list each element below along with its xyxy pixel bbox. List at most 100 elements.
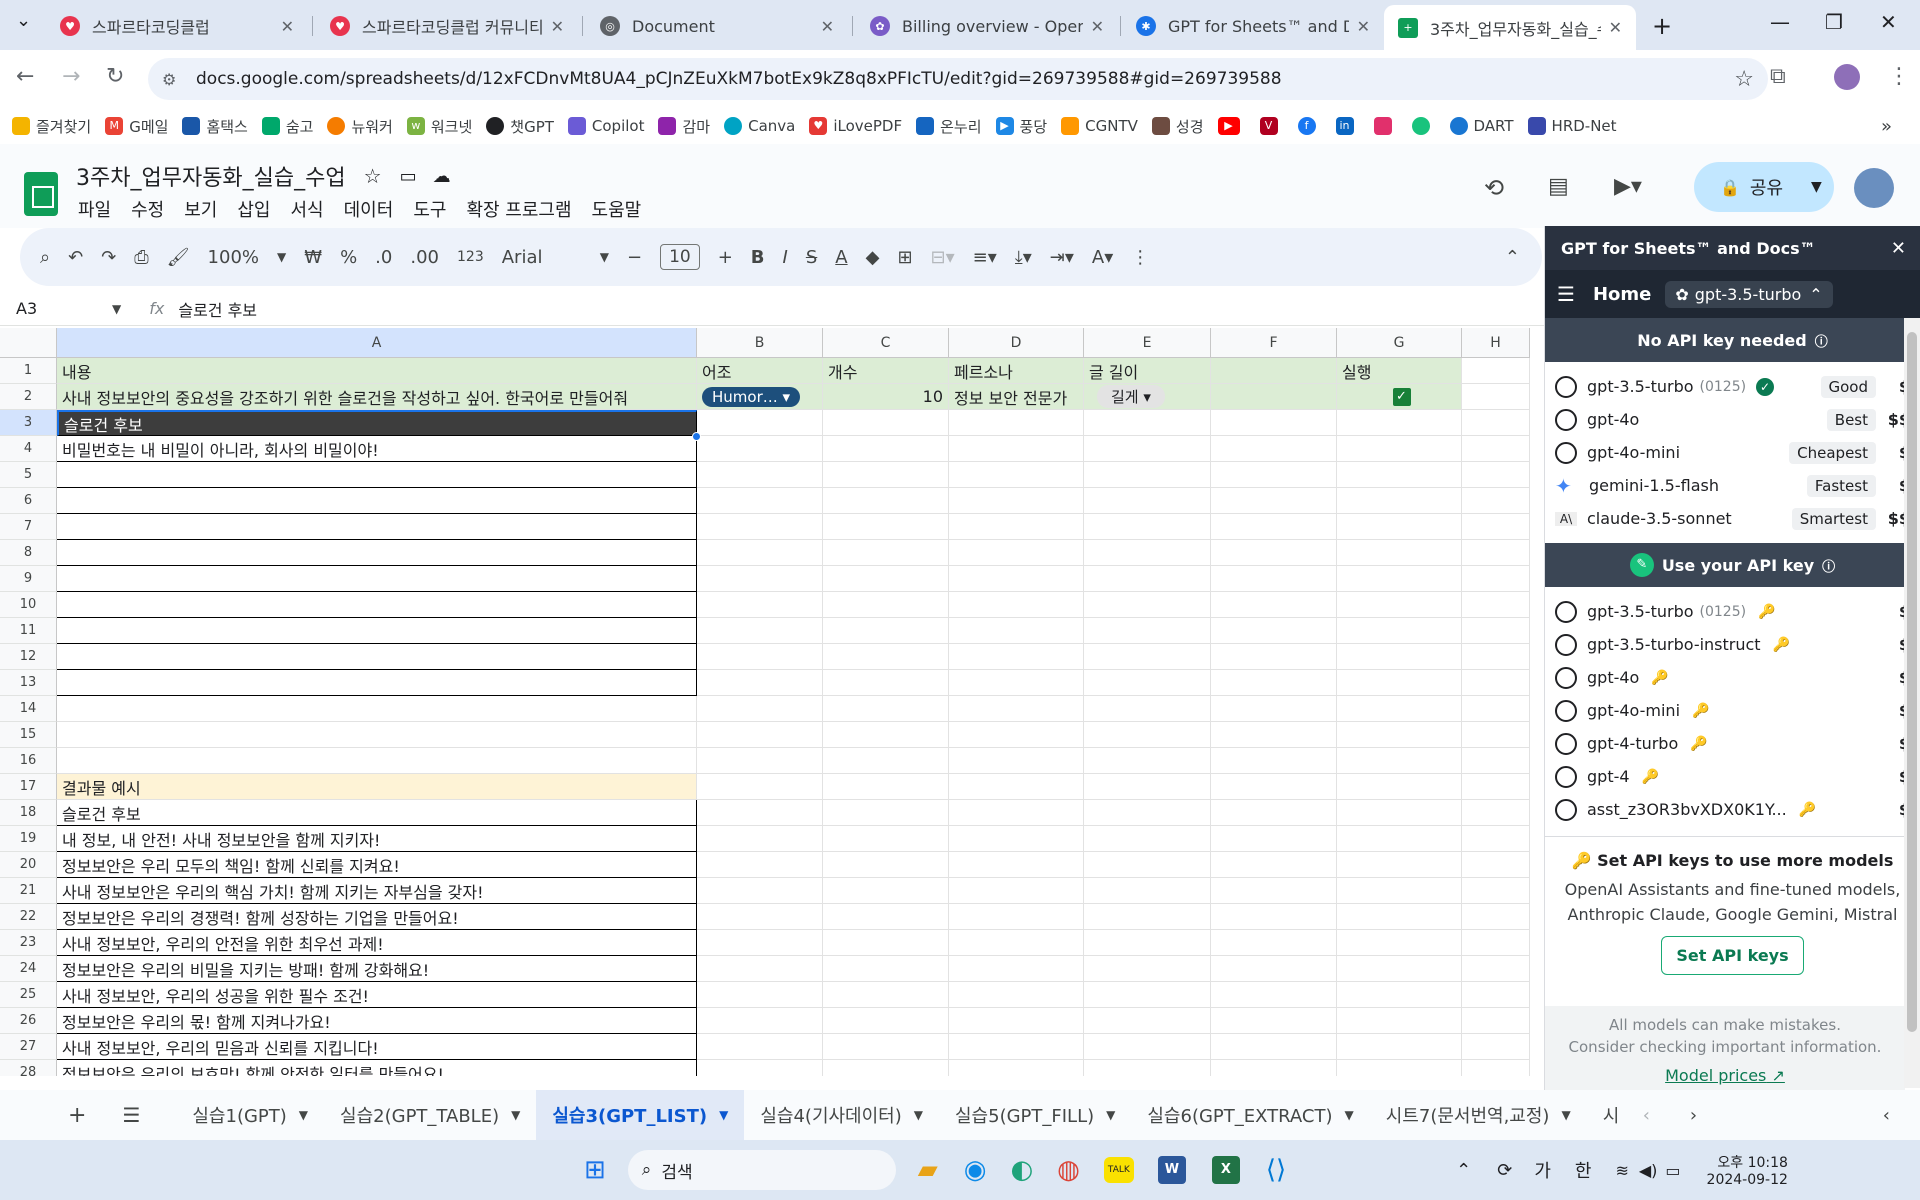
run-checkbox[interactable]: ✓: [1392, 387, 1411, 406]
model-prices-link[interactable]: Model prices ↗: [1545, 1066, 1905, 1085]
battery-icon[interactable]: ▭: [1665, 1161, 1680, 1180]
cell-d2[interactable]: 정보 보안 전문가: [949, 384, 1084, 410]
restore-icon[interactable]: ❐: [1825, 10, 1843, 34]
row-header[interactable]: 24: [0, 956, 57, 982]
row-header[interactable]: 15: [0, 722, 57, 748]
cell-d25[interactable]: [949, 982, 1084, 1008]
cell-b13[interactable]: [697, 670, 823, 696]
forward-icon[interactable]: →: [62, 64, 80, 89]
cell-d7[interactable]: [949, 514, 1084, 540]
italic-icon[interactable]: I: [783, 247, 788, 268]
column-header-d[interactable]: D: [949, 328, 1084, 358]
cell-c4[interactable]: [823, 436, 949, 462]
cell-d16[interactable]: [949, 748, 1084, 774]
cell-c23[interactable]: [823, 930, 949, 956]
cell-f4[interactable]: [1211, 436, 1337, 462]
sheet-tab[interactable]: 실습4(기사데이터) ▼: [744, 1090, 939, 1140]
cell-g14[interactable]: [1337, 696, 1462, 722]
bookmark-item[interactable]: CGNTV: [1061, 117, 1138, 135]
currency-format-button[interactable]: ₩: [304, 247, 322, 268]
cell-c27[interactable]: [823, 1034, 949, 1060]
fill-color-icon[interactable]: ◆: [866, 247, 880, 268]
row-header[interactable]: 6: [0, 488, 57, 514]
percent-format-button[interactable]: %: [340, 247, 357, 268]
cell-a28[interactable]: 정보보안은 우리의 보호막! 함께 안전한 일터를 만들어요!: [57, 1060, 697, 1076]
cell-b9[interactable]: [697, 566, 823, 592]
cell-g18[interactable]: [1337, 800, 1462, 826]
bookmark-item[interactable]: ♥ iLovePDF: [809, 117, 902, 135]
minimize-icon[interactable]: —: [1770, 10, 1790, 34]
cell-e8[interactable]: [1084, 540, 1211, 566]
close-icon[interactable]: ✕: [1091, 17, 1104, 36]
bold-icon[interactable]: B: [751, 247, 765, 268]
cell-g7[interactable]: [1337, 514, 1462, 540]
ime-mode-indicator[interactable]: 한: [1575, 1157, 1592, 1183]
cell-h24[interactable]: [1462, 956, 1530, 982]
cell-h25[interactable]: [1462, 982, 1530, 1008]
cell-h4[interactable]: [1462, 436, 1530, 462]
info-icon[interactable]: ⓘ: [1822, 556, 1835, 575]
cell-f5[interactable]: [1211, 462, 1337, 488]
cell-f23[interactable]: [1211, 930, 1337, 956]
tab-menu-icon[interactable]: ▼: [1561, 1108, 1570, 1122]
cell-c22[interactable]: [823, 904, 949, 930]
font-select[interactable]: Arial: [502, 247, 582, 268]
cell-f16[interactable]: [1211, 748, 1337, 774]
row-header[interactable]: 18: [0, 800, 57, 826]
account-avatar[interactable]: [1854, 168, 1894, 208]
taskbar-search[interactable]: ⌕ 검색: [627, 1150, 896, 1190]
bookmark-item[interactable]: ▶ 풍당: [995, 116, 1047, 137]
cell-d18[interactable]: [949, 800, 1084, 826]
cell-e24[interactable]: [1084, 956, 1211, 982]
cell-f15[interactable]: [1211, 722, 1337, 748]
font-size-input[interactable]: 10: [660, 244, 700, 270]
cell-c17[interactable]: [823, 774, 949, 800]
cell-c11[interactable]: [823, 618, 949, 644]
cell-d10[interactable]: [949, 592, 1084, 618]
column-header-h[interactable]: H: [1462, 328, 1530, 358]
browser-tab[interactable]: ◎ Document ✕: [586, 6, 848, 46]
cell-e7[interactable]: [1084, 514, 1211, 540]
close-icon[interactable]: ✕: [1357, 17, 1370, 36]
cell-a24[interactable]: 정보보안은 우리의 비밀을 지키는 방패! 함께 강화해요!: [57, 956, 697, 982]
cell-c21[interactable]: [823, 878, 949, 904]
font-size-decrease-icon[interactable]: −: [627, 247, 642, 268]
facebook-icon[interactable]: f: [1297, 117, 1322, 135]
cell-a18[interactable]: 슬로건 후보: [57, 800, 697, 826]
column-header-a[interactable]: A: [57, 328, 697, 358]
cell-b21[interactable]: [697, 878, 823, 904]
cell-a20[interactable]: 정보보안은 우리 모두의 책임! 함께 신뢰를 지켜요!: [57, 852, 697, 878]
row-header[interactable]: 4: [0, 436, 57, 462]
browser-tab[interactable]: ♥ 스파르타코딩클럽 커뮤니티 ✕: [316, 6, 578, 46]
text-color-icon[interactable]: A: [835, 247, 847, 268]
menu-extensions[interactable]: 확장 프로그램: [466, 196, 571, 222]
sidebar-scroll-thumb[interactable]: [1907, 332, 1917, 1032]
cell-a2[interactable]: 사내 정보보안의 중요성을 강조하기 위한 슬로건을 작성하고 싶어. 한국어로…: [57, 384, 697, 410]
row-header[interactable]: 22: [0, 904, 57, 930]
bookmark-item[interactable]: 홈택스: [182, 116, 248, 137]
cell-c16[interactable]: [823, 748, 949, 774]
bookmark-item[interactable]: 숨고: [261, 116, 313, 137]
cell-f22[interactable]: [1211, 904, 1337, 930]
cell-b1[interactable]: 어조: [697, 358, 823, 384]
sync-icon[interactable]: ⟳: [1497, 1160, 1512, 1181]
cell-f17[interactable]: [1211, 774, 1337, 800]
more-bookmarks-icon[interactable]: »: [1881, 116, 1892, 137]
model-option[interactable]: gpt-4-turbo🔑$: [1545, 727, 1920, 760]
model-option[interactable]: gpt-3.5-turbo(0125)🔑$: [1545, 595, 1920, 628]
cell-g25[interactable]: [1337, 982, 1462, 1008]
cell-a9[interactable]: [57, 566, 697, 592]
row-header[interactable]: 20: [0, 852, 57, 878]
word-icon[interactable]: W: [1157, 1156, 1186, 1184]
cell-f25[interactable]: [1211, 982, 1337, 1008]
hamburger-menu-icon[interactable]: ☰: [1557, 282, 1575, 306]
row-header[interactable]: 9: [0, 566, 57, 592]
wifi-icon[interactable]: ≋: [1615, 1161, 1628, 1180]
cell-d17[interactable]: [949, 774, 1084, 800]
redo-icon[interactable]: ↷: [101, 247, 116, 268]
cell-a8[interactable]: [57, 540, 697, 566]
cell-f24[interactable]: [1211, 956, 1337, 982]
add-sheet-icon[interactable]: +: [68, 1103, 86, 1128]
row-header[interactable]: 17: [0, 774, 57, 800]
row-header[interactable]: 12: [0, 644, 57, 670]
